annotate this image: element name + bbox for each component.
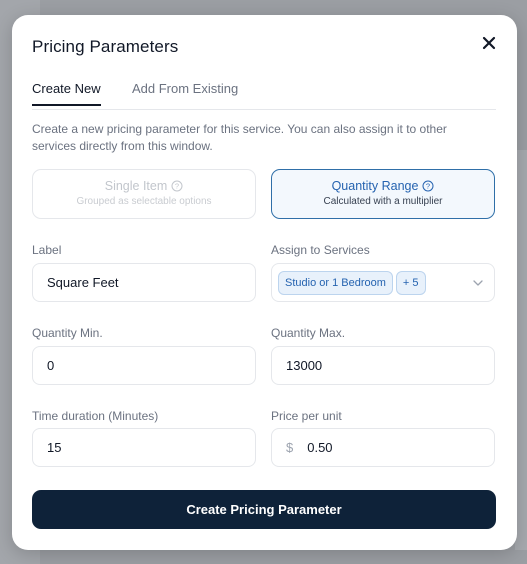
pricing-parameters-modal: Pricing Parameters Create New Add From E… <box>12 15 517 550</box>
quantity-range-title: Quantity Range <box>331 179 419 193</box>
modal-title: Pricing Parameters <box>32 37 179 56</box>
duration-input[interactable] <box>32 428 256 467</box>
assign-services-select[interactable]: Studio or 1 Bedroom + 5 <box>271 263 495 302</box>
svg-text:?: ? <box>426 182 430 191</box>
info-icon: ? <box>422 180 434 192</box>
price-per-unit-input[interactable] <box>307 440 458 455</box>
svg-text:?: ? <box>175 182 179 191</box>
close-button[interactable] <box>479 33 499 53</box>
price-per-unit-field: $ <box>271 428 495 467</box>
single-item-subtitle: Grouped as selectable options <box>76 196 212 207</box>
duration-label: Time duration (Minutes) <box>32 409 159 423</box>
close-icon <box>482 36 496 50</box>
quantity-min-label: Quantity Min. <box>32 326 103 340</box>
service-chip[interactable]: Studio or 1 Bedroom <box>278 270 393 295</box>
tab-add-from-existing[interactable]: Add From Existing <box>132 81 238 104</box>
create-pricing-parameter-button[interactable]: Create Pricing Parameter <box>32 490 496 529</box>
more-services-chip[interactable]: + 5 <box>395 270 426 295</box>
price-per-unit-label: Price per unit <box>271 409 342 423</box>
single-item-option[interactable]: Single Item ? Grouped as selectable opti… <box>32 169 256 219</box>
label-field-label: Label <box>32 243 62 257</box>
quantity-min-input[interactable] <box>32 346 256 385</box>
tab-create-new[interactable]: Create New <box>32 81 101 106</box>
assign-services-label: Assign to Services <box>271 243 370 257</box>
tabs: Create New Add From Existing <box>32 81 496 110</box>
single-item-title: Single Item <box>104 179 168 193</box>
chevron-down-icon <box>473 280 483 286</box>
currency-symbol: $ <box>286 440 294 455</box>
label-input[interactable] <box>32 263 256 302</box>
quantity-range-subtitle: Calculated with a multiplier <box>323 196 443 207</box>
quantity-max-label: Quantity Max. <box>271 326 346 340</box>
quantity-range-option[interactable]: Quantity Range ? Calculated with a multi… <box>271 169 495 219</box>
quantity-max-input[interactable] <box>271 346 495 385</box>
description-text: Create a new pricing parameter for this … <box>32 122 447 153</box>
info-icon: ? <box>171 180 183 192</box>
